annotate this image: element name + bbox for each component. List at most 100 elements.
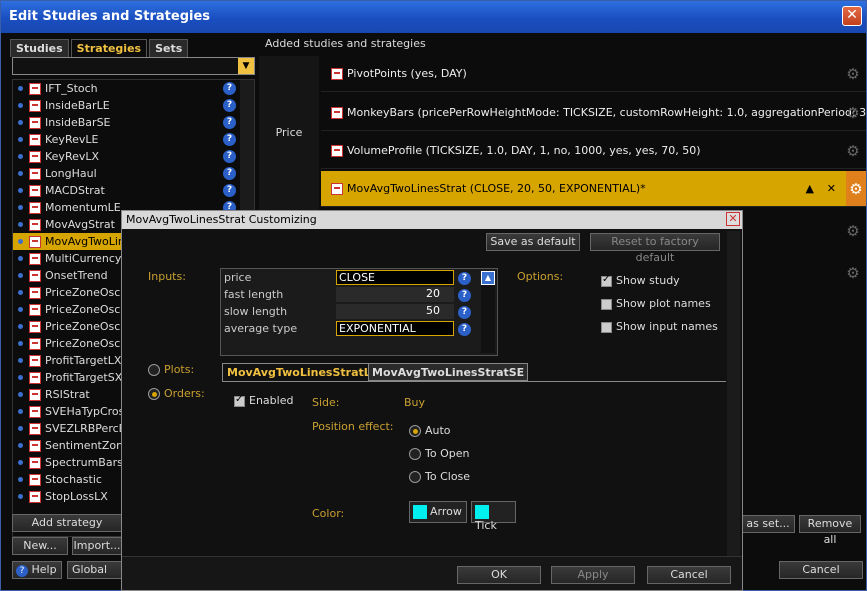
strategy-icon — [29, 490, 41, 503]
orders-radio[interactable]: Orders: — [148, 387, 205, 400]
scrollbar[interactable] — [727, 231, 740, 556]
tab-studies[interactable]: Studies — [10, 39, 69, 57]
cancel-button[interactable]: Cancel — [647, 566, 731, 584]
list-item[interactable]: KeyRevLX? — [13, 148, 254, 165]
search-input[interactable]: ▼ — [12, 57, 255, 75]
option-label: Show input names — [616, 320, 718, 333]
save-as-default-button[interactable]: Save as default — [486, 233, 580, 251]
plots-radio[interactable]: Plots: — [148, 363, 194, 376]
tab-sets[interactable]: Sets — [149, 39, 189, 57]
add-strategy-button[interactable]: Add strategy — [12, 514, 122, 532]
enabled-checkbox[interactable]: Enabled — [234, 394, 293, 407]
list-item[interactable]: IFT_Stoch? — [13, 80, 254, 97]
move-up-icon[interactable]: ▲ — [806, 182, 814, 195]
help-icon[interactable]: ? — [223, 184, 236, 197]
remove-all-button[interactable]: Remove all — [799, 515, 861, 546]
gear-icon[interactable]: ⚙ — [846, 171, 866, 206]
strategy-icon — [29, 473, 41, 486]
added-row[interactable]: VolumeProfile (TICKSIZE, 1.0, DAY, 1, no… — [321, 133, 866, 169]
list-item[interactable]: MACDStrat? — [13, 182, 254, 199]
show-input-names-checkbox[interactable]: Show input names — [601, 320, 718, 333]
help-icon[interactable]: ? — [223, 167, 236, 180]
radio-selected-icon — [409, 425, 421, 437]
added-row-selected[interactable]: MovAvgTwoLinesStrat (CLOSE, 20, 50, EXPO… — [321, 171, 866, 207]
close-icon[interactable]: ✕ — [726, 212, 740, 226]
to-close-radio[interactable]: To Close — [409, 470, 470, 483]
strategy-icon — [29, 422, 41, 435]
help-icon[interactable]: ? — [223, 82, 236, 95]
options-label: Options: — [517, 270, 564, 283]
help-icon[interactable]: ? — [458, 323, 471, 336]
remove-icon[interactable]: ✕ — [827, 182, 836, 195]
tick-color-button[interactable]: Tick — [471, 501, 516, 532]
gear-icon[interactable]: ⚙ — [846, 143, 860, 158]
gear-icon[interactable]: ⚙ — [846, 66, 860, 81]
help-icon[interactable]: ? — [223, 133, 236, 146]
inputs-scrollbar[interactable]: ▲ — [481, 271, 495, 353]
bullet-icon — [18, 392, 23, 397]
slow-length-stepper[interactable]: 50 — [336, 304, 454, 319]
list-item[interactable]: LongHaul? — [13, 165, 254, 182]
inputs-grid: price CLOSE fast length 20 slow length 5… — [220, 268, 498, 356]
ok-button[interactable]: OK — [457, 566, 541, 584]
customizing-dialog: MovAvgTwoLinesStrat Customizing ✕ Save a… — [121, 210, 743, 591]
global-strategy-settings-button[interactable]: Global stra — [67, 561, 123, 579]
average-type-select[interactable]: EXPONENTIAL — [336, 321, 454, 336]
help-icon[interactable]: ? — [458, 306, 471, 319]
study-icon — [331, 144, 343, 157]
dialog-title: MovAvgTwoLinesStrat Customizing — [126, 213, 317, 226]
help-icon[interactable]: ? — [458, 272, 471, 285]
reset-to-factory-default-button[interactable]: Reset to factory default — [590, 233, 720, 264]
arrow-label: Arrow — [430, 505, 462, 518]
tab-strategies[interactable]: Strategies — [70, 39, 148, 57]
radio-icon — [409, 471, 421, 483]
orders-label: Orders: — [164, 387, 205, 400]
strategy-icon — [29, 371, 41, 384]
bullet-icon — [18, 341, 23, 346]
bullet-icon — [18, 494, 23, 499]
save-as-set-button[interactable]: as set... — [741, 515, 795, 533]
help-icon[interactable]: ? — [223, 99, 236, 112]
list-item[interactable]: KeyRevLE? — [13, 131, 254, 148]
show-plot-names-checkbox[interactable]: Show plot names — [601, 297, 711, 310]
main-cancel-button[interactable]: Cancel — [779, 561, 863, 579]
help-icon[interactable]: ? — [223, 116, 236, 129]
help-icon[interactable]: ? — [458, 289, 471, 302]
tab-order-se[interactable]: MovAvgTwoLinesStratSE — [368, 363, 529, 381]
added-row[interactable]: MonkeyBars (pricePerRowHeightMode: TICKS… — [321, 95, 866, 131]
import-button[interactable]: Import... — [72, 537, 122, 555]
gear-icon[interactable]: ⚙ — [846, 105, 860, 120]
fast-length-stepper[interactable]: 20 — [336, 287, 454, 302]
strategy-icon — [29, 218, 41, 231]
help-button[interactable]: ? Help — [12, 561, 62, 579]
list-item-label: LongHaul — [45, 167, 97, 180]
price-select[interactable]: CLOSE — [336, 270, 454, 285]
help-icon[interactable]: ? — [223, 150, 236, 163]
scroll-up-icon[interactable]: ▲ — [481, 271, 495, 285]
auto-radio[interactable]: Auto — [409, 424, 451, 437]
list-item[interactable]: InsideBarLE? — [13, 97, 254, 114]
list-item-label: StopLossLX — [45, 490, 108, 503]
color-swatch — [413, 505, 427, 519]
tab-order-le[interactable]: MovAvgTwoLinesStratLE — [222, 363, 384, 381]
strategy-icon — [29, 286, 41, 299]
apply-button[interactable]: Apply — [551, 566, 635, 584]
close-icon[interactable]: ✕ — [842, 6, 862, 26]
gear-icon[interactable]: ⚙ — [846, 224, 860, 239]
inputs-label: Inputs: — [148, 270, 186, 283]
show-study-checkbox[interactable]: Show study — [601, 274, 680, 287]
added-row[interactable]: PivotPoints (yes, DAY) ⚙ — [321, 56, 866, 92]
strategy-icon — [29, 269, 41, 282]
strategy-icon — [29, 303, 41, 316]
input-name: price — [224, 271, 252, 284]
strategy-icon — [29, 116, 41, 129]
input-row-average-type: average type EXPONENTIAL — [221, 320, 497, 337]
position-effect-label: Position effect: — [312, 420, 394, 433]
to-open-radio[interactable]: To Open — [409, 447, 469, 460]
chevron-down-icon[interactable]: ▼ — [238, 58, 254, 74]
arrow-color-button[interactable]: Arrow — [409, 501, 467, 523]
bullet-icon — [18, 171, 23, 176]
new-button[interactable]: New... — [12, 537, 68, 555]
list-item[interactable]: InsideBarSE? — [13, 114, 254, 131]
gear-icon[interactable]: ⚙ — [846, 266, 860, 281]
